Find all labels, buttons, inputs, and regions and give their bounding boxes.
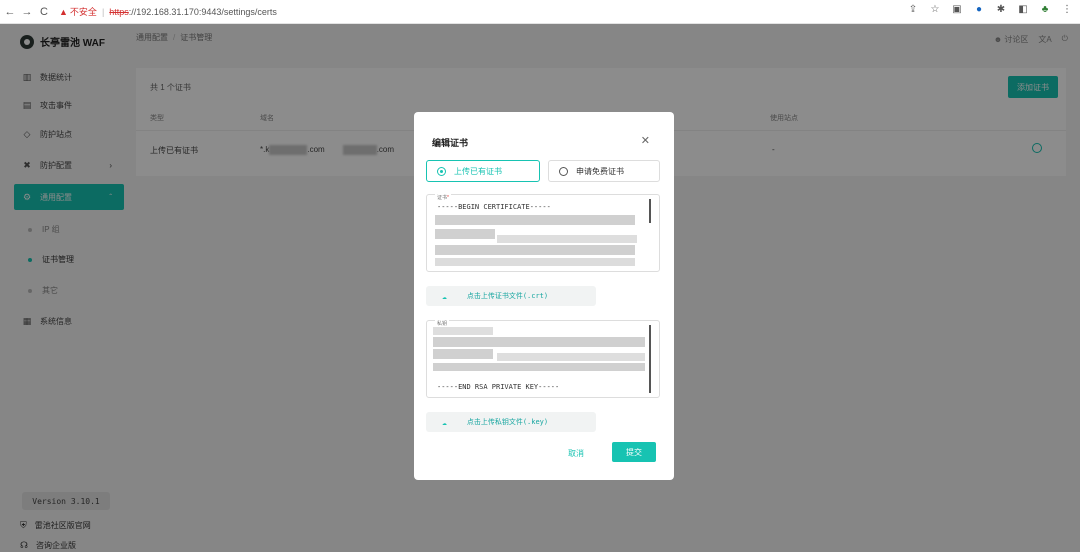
share-icon[interactable]: ⇪ [906, 4, 920, 15]
insecure-label: 不安全 [69, 7, 97, 17]
redacted-block [435, 258, 635, 266]
url-divider: | [101, 6, 105, 17]
sidepanel-icon[interactable]: ◧ [1016, 4, 1030, 15]
warning-icon: ▲ [59, 6, 68, 17]
puzzle-icon[interactable]: ✱ [994, 4, 1008, 15]
key-end-text: -----END RSA PRIVATE KEY----- [437, 383, 560, 391]
upload-key-button[interactable]: ☁ 点击上传私钥文件(.key) [426, 412, 596, 432]
redacted-block [433, 337, 645, 347]
redacted-block [435, 215, 635, 225]
option-label: 申请免费证书 [576, 166, 624, 176]
option-label: 上传已有证书 [454, 166, 502, 176]
cert-textarea[interactable]: 证书* -----BEGIN CERTIFICATE----- [426, 194, 660, 272]
address-bar[interactable]: ▲ 不安全 | https ://192.168.31.170:9443/set… [59, 3, 277, 21]
redacted-block [497, 235, 637, 243]
dialog-title: 编辑证书 [432, 138, 469, 148]
redacted-block [497, 353, 645, 361]
back-icon[interactable]: ← [3, 5, 17, 19]
extension-icon[interactable]: ▣ [950, 4, 964, 15]
cert-begin-text: -----BEGIN CERTIFICATE----- [437, 203, 551, 211]
submit-button[interactable]: 提交 [612, 442, 656, 462]
reload-icon[interactable]: C [37, 5, 51, 19]
cert-label: 证书* [435, 194, 451, 201]
cloud-upload-icon: ☁ [442, 417, 447, 427]
scrollbar[interactable] [649, 199, 651, 223]
url-scheme: https [109, 6, 129, 17]
url-path: ://192.168.31.170:9443/settings/certs [128, 6, 277, 17]
close-icon[interactable]: ✕ [641, 134, 650, 147]
redacted-block [433, 349, 493, 359]
extension-circle-icon[interactable]: ● [972, 4, 986, 15]
radio-checked-icon [437, 166, 446, 176]
upload-key-label: 点击上传私钥文件(.key) [466, 418, 549, 426]
option-upload-cert[interactable]: 上传已有证书 [426, 160, 540, 182]
profile-icon[interactable]: ♣ [1038, 4, 1052, 15]
redacted-block [433, 327, 493, 335]
required-mark: * [447, 195, 449, 201]
browser-toolbar: ← → C ▲ 不安全 | https ://192.168.31.170:94… [0, 0, 1080, 24]
bookmark-star-icon[interactable]: ☆ [928, 4, 942, 15]
edit-cert-dialog: 编辑证书 ✕ 上传已有证书 申请免费证书 证书* -----BEGIN CERT… [414, 112, 674, 480]
upload-cert-label: 点击上传证书文件(.crt) [466, 292, 549, 300]
cert-label-text: 证书 [437, 195, 448, 201]
forward-icon[interactable]: → [20, 5, 34, 19]
radio-icon [559, 166, 568, 176]
cloud-upload-icon: ☁ [442, 291, 447, 301]
scrollbar[interactable] [649, 325, 651, 393]
redacted-block [433, 363, 645, 371]
cancel-button[interactable]: 取消 [568, 448, 584, 459]
key-label: 私钥 [435, 320, 450, 327]
redacted-block [435, 245, 635, 255]
redacted-block [435, 229, 495, 239]
browser-actions: ⇪ ☆ ▣ ● ✱ ◧ ♣ ⋮ [906, 4, 1074, 15]
menu-icon[interactable]: ⋮ [1060, 4, 1074, 15]
key-textarea[interactable]: 私钥 -----END RSA PRIVATE KEY----- [426, 320, 660, 398]
option-free-cert[interactable]: 申请免费证书 [548, 160, 660, 182]
upload-cert-button[interactable]: ☁ 点击上传证书文件(.crt) [426, 286, 596, 306]
